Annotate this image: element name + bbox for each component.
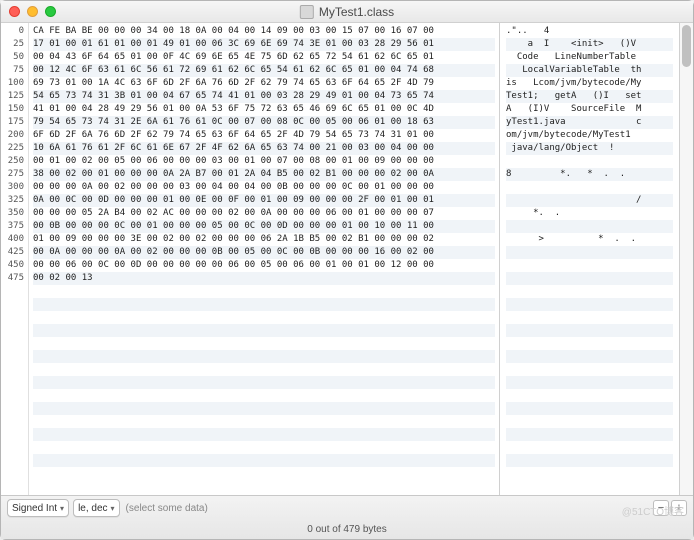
status-text: 0 out of 479 bytes: [307, 524, 387, 535]
hex-row[interactable]: 41 01 00 04 28 49 29 56 01 00 0A 53 6F 7…: [33, 103, 495, 116]
ascii-row[interactable]: *. .: [506, 207, 673, 220]
file-icon: [300, 5, 314, 19]
ascii-row[interactable]: yTest1.java c: [506, 116, 673, 129]
hex-row[interactable]: 00 04 43 6F 64 65 01 00 0F 4C 69 6E 65 4…: [33, 51, 495, 64]
hex-pane[interactable]: CA FE BA BE 00 00 00 34 00 18 0A 00 04 0…: [29, 23, 499, 495]
offset-label: 350: [1, 207, 24, 220]
ascii-row[interactable]: [506, 155, 673, 168]
offset-label: 250: [1, 155, 24, 168]
title-text: MyTest1.class: [319, 5, 394, 19]
ascii-row[interactable]: A (I)V SourceFile M: [506, 103, 673, 116]
hex-row[interactable]: 54 65 73 74 31 3B 01 00 04 67 65 74 41 0…: [33, 90, 495, 103]
offset-label: 25: [1, 38, 24, 51]
ascii-row[interactable]: [506, 246, 673, 259]
ascii-row[interactable]: a I <init> ()V: [506, 38, 673, 51]
chevron-down-icon: ▾: [60, 504, 64, 513]
scrollbar[interactable]: [679, 23, 693, 495]
offset-label: 175: [1, 116, 24, 129]
format-select-label: Signed Int: [12, 503, 57, 514]
endian-select[interactable]: le, dec ▾: [73, 499, 119, 517]
hex-row[interactable]: 38 00 02 00 01 00 00 00 0A 2A B7 00 01 2…: [33, 168, 495, 181]
hex-row[interactable]: 17 01 00 01 61 01 00 01 49 01 00 06 3C 6…: [33, 38, 495, 51]
offset-label: 225: [1, 142, 24, 155]
hex-row[interactable]: 6F 6D 2F 6A 76 6D 2F 62 79 74 65 63 6F 6…: [33, 129, 495, 142]
ascii-row[interactable]: Test1; getA ()I set: [506, 90, 673, 103]
offset-label: 275: [1, 168, 24, 181]
hex-row[interactable]: 01 00 09 00 00 00 3E 00 02 00 02 00 00 0…: [33, 233, 495, 246]
ascii-row[interactable]: > * . .: [506, 233, 673, 246]
window-title: MyTest1.class: [300, 5, 394, 19]
hex-row[interactable]: 00 0B 00 00 00 0C 00 01 00 00 00 05 00 0…: [33, 220, 495, 233]
endian-select-label: le, dec: [78, 503, 107, 514]
offset-label: 50: [1, 51, 24, 64]
offset-gutter: 0255075100125150175200225250275300325350…: [1, 23, 29, 495]
offset-label: 400: [1, 233, 24, 246]
hex-row[interactable]: 00 12 4C 6F 63 61 6C 56 61 72 69 61 62 6…: [33, 64, 495, 77]
zoom-icon[interactable]: [45, 6, 56, 17]
ascii-row[interactable]: LocalVariableTable th: [506, 64, 673, 77]
offset-label: 150: [1, 103, 24, 116]
offset-label: 475: [1, 272, 24, 285]
offset-label: 125: [1, 90, 24, 103]
ascii-row[interactable]: [506, 272, 673, 285]
hex-row[interactable]: 00 01 00 02 00 05 00 06 00 00 00 03 00 0…: [33, 155, 495, 168]
offset-label: 75: [1, 64, 24, 77]
hex-row[interactable]: CA FE BA BE 00 00 00 34 00 18 0A 00 04 0…: [33, 25, 495, 38]
close-icon[interactable]: [9, 6, 20, 17]
ascii-row[interactable]: [506, 181, 673, 194]
ascii-row[interactable]: 8 *. * . .: [506, 168, 673, 181]
ascii-row[interactable]: java/lang/Object !: [506, 142, 673, 155]
hex-row[interactable]: 69 73 01 00 1A 4C 63 6F 6D 2F 6A 76 6D 2…: [33, 77, 495, 90]
footer-toolbar: Signed Int ▾ le, dec ▾ (select some data…: [1, 496, 693, 520]
hex-row[interactable]: 0A 00 0C 00 0D 00 00 00 01 00 0E 00 0F 0…: [33, 194, 495, 207]
hex-row[interactable]: 00 0A 00 00 00 0A 00 02 00 00 00 0B 00 0…: [33, 246, 495, 259]
scrollbar-thumb[interactable]: [682, 25, 691, 67]
chevron-down-icon: ▾: [111, 504, 115, 513]
watermark: @51CTO博客: [622, 503, 684, 518]
hex-row[interactable]: 79 54 65 73 74 31 2E 6A 61 76 61 0C 00 0…: [33, 116, 495, 129]
offset-label: 300: [1, 181, 24, 194]
offset-label: 325: [1, 194, 24, 207]
offset-label: 375: [1, 220, 24, 233]
titlebar: MyTest1.class: [1, 1, 693, 23]
ascii-row[interactable]: Code LineNumberTable: [506, 51, 673, 64]
hex-row[interactable]: 00 02 00 13: [33, 272, 495, 285]
offset-label: 425: [1, 246, 24, 259]
offset-label: 450: [1, 259, 24, 272]
offset-label: 100: [1, 77, 24, 90]
format-select[interactable]: Signed Int ▾: [7, 499, 69, 517]
offset-label: 200: [1, 129, 24, 142]
hex-row[interactable]: 00 00 00 0A 00 02 00 00 00 03 00 04 00 0…: [33, 181, 495, 194]
hex-row[interactable]: 00 00 06 00 0C 00 0D 00 00 00 00 00 06 0…: [33, 259, 495, 272]
ascii-row[interactable]: /: [506, 194, 673, 207]
ascii-row[interactable]: is Lcom/jvm/bytecode/My: [506, 77, 673, 90]
minimize-icon[interactable]: [27, 6, 38, 17]
selection-hint: (select some data): [126, 503, 208, 514]
ascii-row[interactable]: .".. 4: [506, 25, 673, 38]
status-bar: 0 out of 479 bytes: [1, 520, 693, 538]
ascii-row[interactable]: om/jvm/bytecode/MyTest1: [506, 129, 673, 142]
window-controls: [9, 6, 56, 17]
ascii-row[interactable]: [506, 259, 673, 272]
offset-label: 0: [1, 25, 24, 38]
ascii-row[interactable]: [506, 220, 673, 233]
hex-row[interactable]: 00 00 00 05 2A B4 00 02 AC 00 00 00 02 0…: [33, 207, 495, 220]
ascii-pane[interactable]: .".. 4 a I <init> ()V Code LineNumberTab…: [499, 23, 679, 495]
hex-row[interactable]: 10 6A 61 76 61 2F 6C 61 6E 67 2F 4F 62 6…: [33, 142, 495, 155]
